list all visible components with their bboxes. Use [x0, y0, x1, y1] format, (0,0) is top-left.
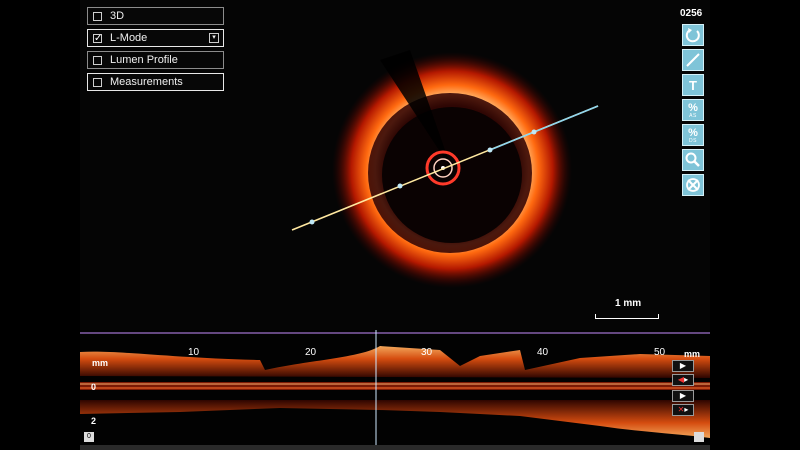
- diameter-stenosis-button[interactable]: % DS: [682, 124, 704, 146]
- chevron-down-icon[interactable]: ▾: [209, 33, 219, 43]
- toggle-3d[interactable]: 3D: [87, 7, 224, 25]
- lmode-tick: 20: [305, 347, 317, 358]
- text-tool-button[interactable]: T: [682, 74, 704, 96]
- line-measure-button[interactable]: [682, 49, 704, 71]
- percent-area-stenosis-icon: %: [688, 101, 698, 114]
- line-measure-icon: [686, 53, 700, 67]
- lmode-unit-right: mm: [684, 349, 701, 359]
- lmode-catheter-band: [80, 382, 710, 390]
- toggle-lumen-profile[interactable]: Lumen Profile: [87, 51, 224, 69]
- cross-section-image[interactable]: [80, 0, 710, 330]
- lmode-bottom-bar: [80, 445, 710, 450]
- measurement-point[interactable]: [487, 147, 493, 153]
- rotate-tool-button[interactable]: [682, 24, 704, 46]
- lmode-end-marker[interactable]: [694, 432, 704, 442]
- toggle-lumen-profile-label: Lumen Profile: [110, 54, 178, 66]
- lmode-tick: 10: [188, 347, 200, 358]
- lmode-unit-left: mm: [92, 358, 109, 368]
- lmode-lower-wall: [80, 400, 710, 438]
- bookmark-flag-button[interactable]: ▶: [672, 360, 694, 372]
- area-stenosis-button[interactable]: % AS: [682, 99, 704, 121]
- area-stenosis-label: AS: [689, 113, 697, 119]
- toggle-measurements[interactable]: Measurements: [87, 73, 224, 91]
- rotate-icon: [685, 28, 700, 43]
- oct-viewer-screen: 3D ✓ L-Mode ▾ Lumen Profile Measurements…: [80, 0, 710, 450]
- toggle-lmode[interactable]: ✓ L-Mode ▾: [87, 29, 224, 47]
- frame-number: 0256: [680, 8, 703, 19]
- lmode-start-marker[interactable]: 0: [84, 432, 94, 442]
- zoom-icon: [685, 152, 700, 167]
- bookmark-next-button[interactable]: ▶: [672, 390, 694, 402]
- lmode-upper-wall: [80, 346, 710, 378]
- lmode-panel[interactable]: [80, 330, 710, 450]
- checkbox-measurements[interactable]: [93, 77, 102, 87]
- clear-measurements-button[interactable]: [682, 174, 704, 196]
- measurement-point[interactable]: [531, 129, 537, 135]
- lmode-tick: 40: [537, 347, 549, 358]
- measurement-point[interactable]: [397, 183, 403, 189]
- toggle-3d-label: 3D: [110, 10, 125, 22]
- percent-diameter-stenosis-icon: %: [688, 126, 698, 139]
- lmode-tick: 50: [654, 347, 666, 358]
- tool-palette: T % AS % DS: [682, 24, 704, 199]
- lmode-depth-label: 0: [91, 382, 97, 392]
- zoom-button[interactable]: [682, 149, 704, 171]
- bookmark-prev-button[interactable]: ◀▸: [672, 374, 694, 386]
- checkbox-lmode[interactable]: ✓: [93, 33, 102, 43]
- measurement-point[interactable]: [309, 219, 315, 225]
- scale-bar: [595, 314, 659, 319]
- checkbox-3d[interactable]: [93, 11, 102, 21]
- diameter-stenosis-label: DS: [689, 138, 697, 144]
- lumen-inner: [382, 107, 522, 243]
- checkbox-lumen-profile[interactable]: [93, 55, 102, 65]
- bookmark-delete-button[interactable]: ✕▸: [672, 404, 694, 416]
- lmode-tick: 30: [421, 347, 433, 358]
- toggle-lmode-label: L-Mode: [110, 32, 148, 44]
- clear-measurements-icon: [686, 178, 700, 192]
- lmode-image[interactable]: [80, 330, 710, 450]
- text-tool-icon: T: [689, 77, 697, 93]
- lmode-depth-label: 2: [91, 416, 97, 426]
- toggle-measurements-label: Measurements: [110, 76, 183, 88]
- scale-label: 1 mm: [615, 298, 642, 309]
